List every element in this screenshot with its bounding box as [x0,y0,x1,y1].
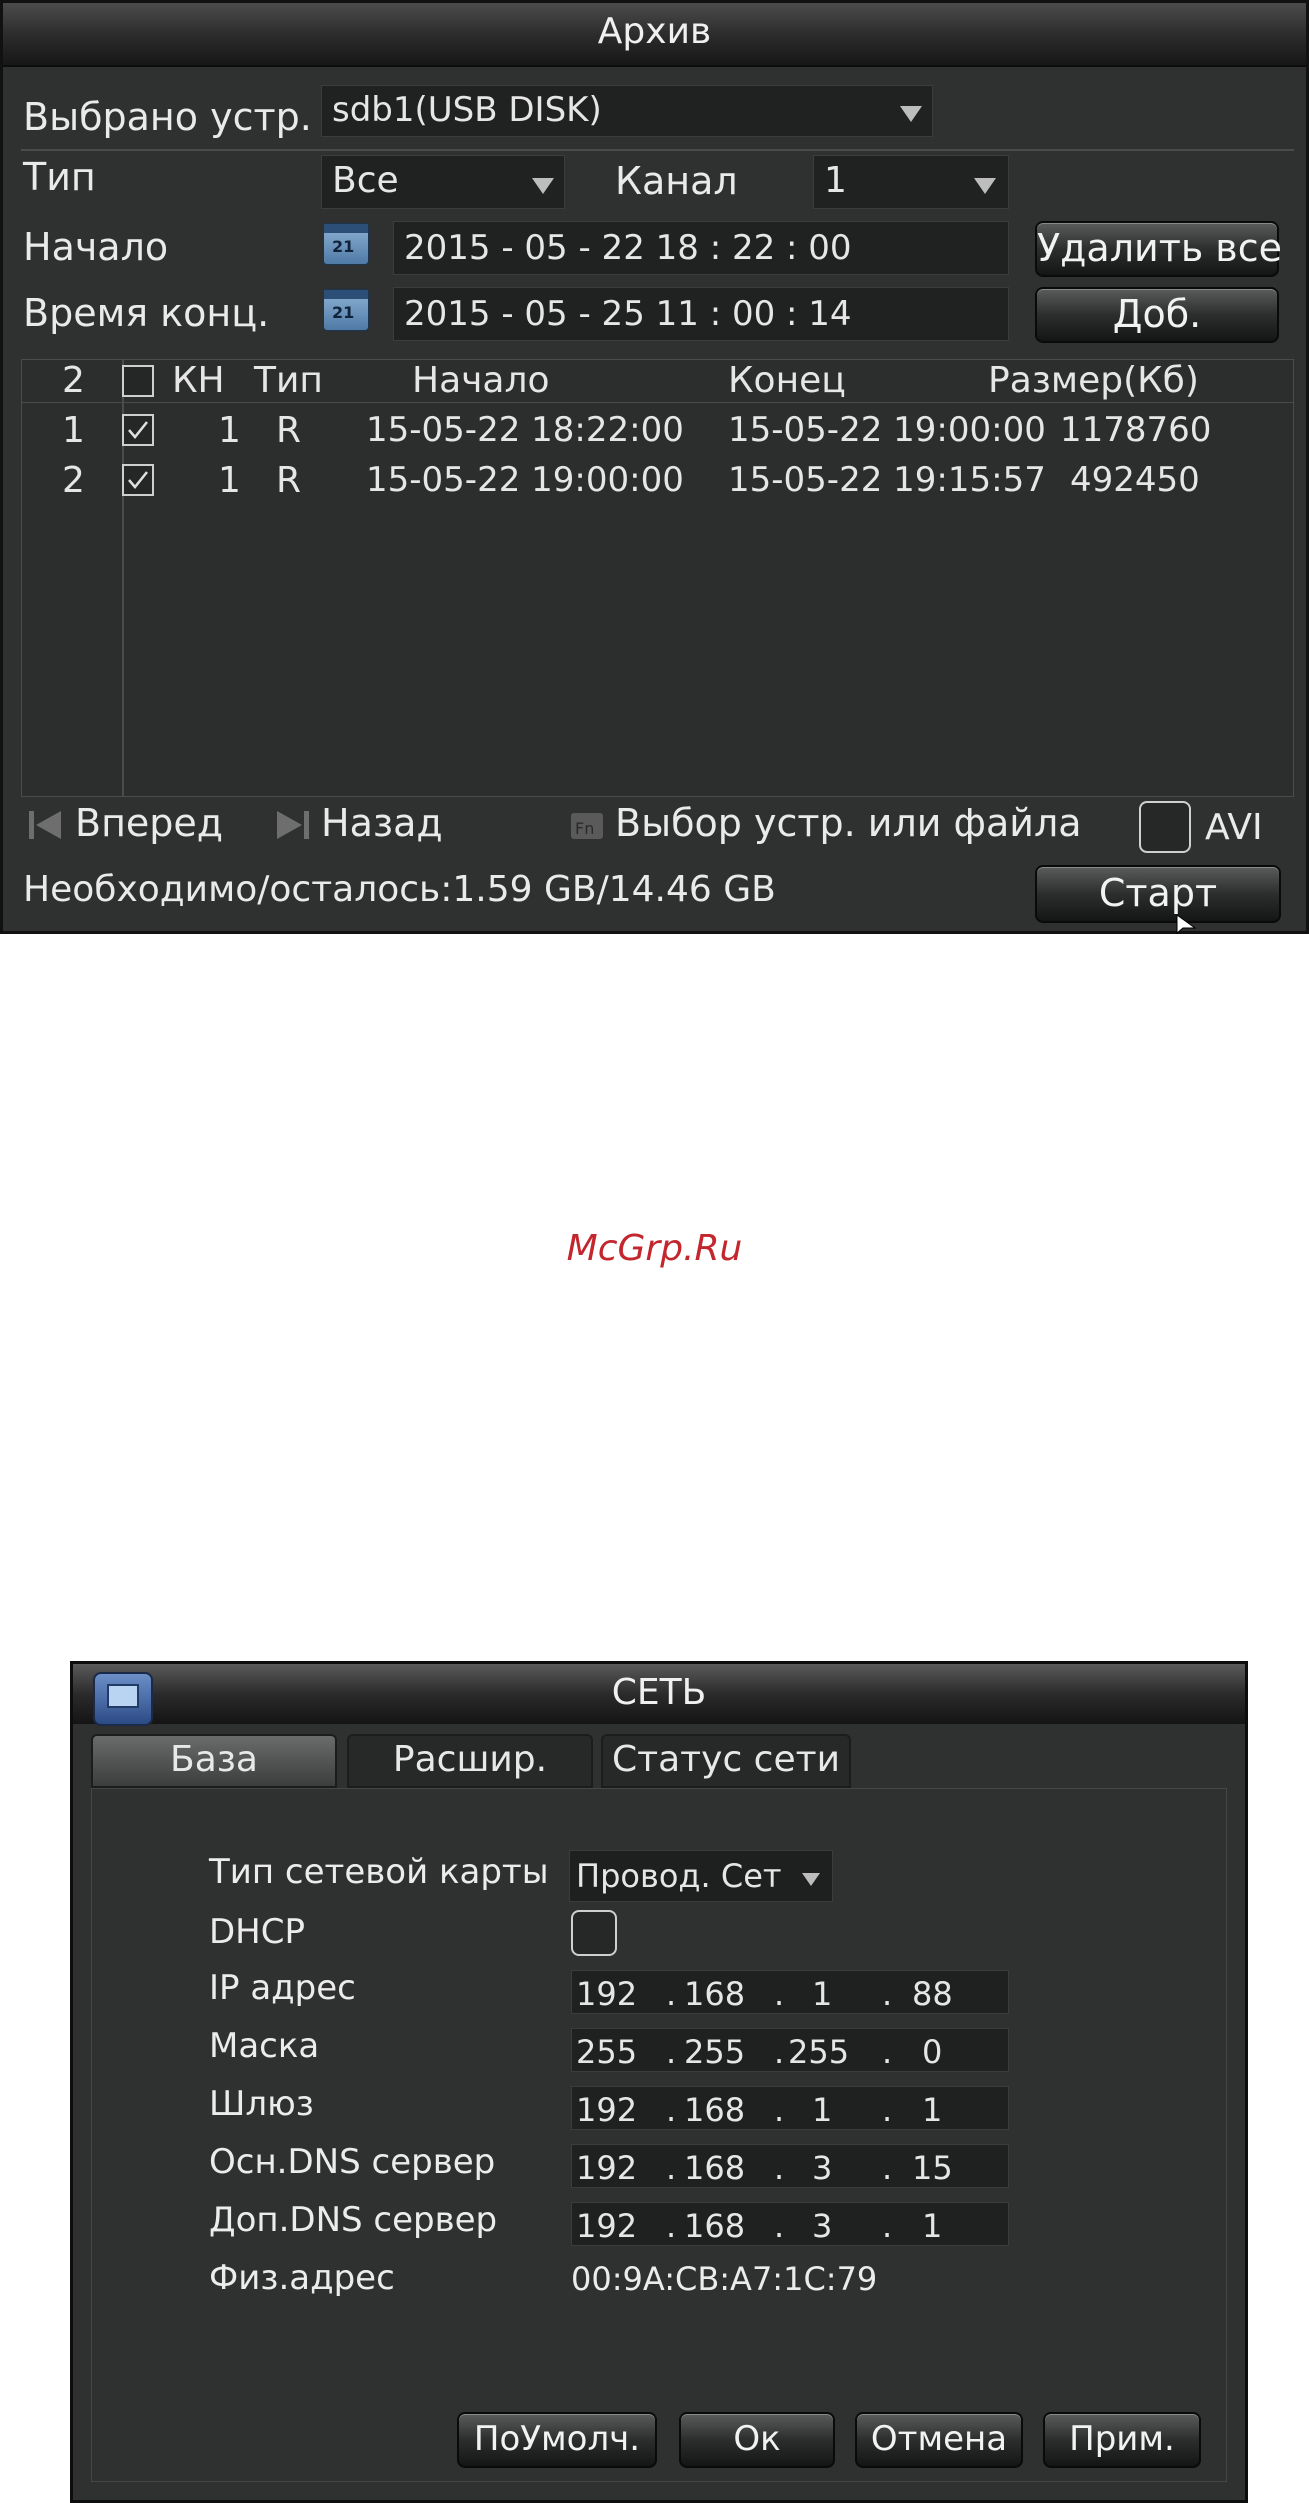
column-header-start: Начало [412,360,550,401]
row-size: 492450 [1070,460,1200,500]
chevron-down-icon [974,178,996,194]
divider [21,149,1294,151]
ok-button[interactable]: Ок [679,2412,835,2468]
row-ch: 1 [218,460,241,501]
dhcp-label: DHCP [209,1912,305,1952]
start-label: Начало [23,225,169,269]
end-time-value: 2015 - 05 - 25 11 : 00 : 14 [404,294,852,334]
row-size: 1178760 [1060,410,1212,450]
mask-label: Маска [209,2026,320,2066]
nic-type-label: Тип сетевой карты [209,1852,549,1892]
row-start: 15-05-22 19:00:00 [366,460,684,500]
apply-button[interactable]: Прим. [1043,2412,1201,2468]
row-end: 15-05-22 19:00:00 [728,410,1046,450]
start-time-value: 2015 - 05 - 22 18 : 22 : 00 [404,228,852,268]
tab-base[interactable]: База [91,1734,337,1788]
channel-select[interactable]: 1 [813,155,1009,209]
row-type: R [276,460,302,501]
default-button[interactable]: ПоУмолч. [457,2412,657,2468]
check-icon [128,421,148,439]
column-header-end: Конец [728,360,846,401]
skip-back-icon[interactable] [27,807,63,843]
row-number: 2 [62,460,85,501]
channel-select-value: 1 [824,160,847,201]
network-titlebar: СЕТЬ [73,1664,1245,1726]
dns1-label: Осн.DNS сервер [209,2142,496,2182]
end-label: Время конц. [23,291,270,335]
select-all-checkbox[interactable] [122,365,154,397]
forward-button[interactable]: Вперед [75,801,223,845]
column-header-ch: КН [172,360,225,401]
cancel-button[interactable]: Отмена [855,2412,1023,2468]
avi-checkbox[interactable] [1139,801,1191,853]
gateway-label: Шлюз [209,2084,314,2124]
back-button[interactable]: Назад [321,801,443,845]
column-header-type: Тип [254,360,323,401]
row-start: 15-05-22 18:22:00 [366,410,684,450]
archive-title: Архив [597,11,712,52]
mac-label: Физ.адрес [209,2258,395,2298]
type-label: Тип [23,155,96,199]
svg-text:Fn: Fn [575,819,594,838]
type-select-value: Все [332,160,399,201]
end-time-input[interactable]: 2015 - 05 - 25 11 : 00 : 14 [393,287,1009,341]
gateway-input[interactable]: 192. 168. 1. 1 [571,2086,1009,2130]
mouse-cursor-icon [1176,915,1197,935]
ip-label: IP адрес [209,1968,356,2008]
calendar-icon[interactable]: 21 [323,223,369,265]
skip-forward-icon[interactable] [275,807,311,843]
channel-label: Канал [615,159,738,203]
dns1-input[interactable]: 192. 168. 3. 15 [571,2144,1009,2188]
column-header-size: Размер(Кб) [988,360,1199,401]
device-label: Выбрано устр. [23,95,312,139]
archive-window: Архив Выбрано устр. sdb1(USB DISK) Тип В… [0,0,1309,935]
row-checkbox[interactable] [122,464,154,496]
row-checkbox[interactable] [122,414,154,446]
tab-advanced[interactable]: Расшир. [347,1734,593,1788]
start-button[interactable]: Старт [1035,865,1281,923]
calendar-icon[interactable]: 21 [323,289,369,331]
watermark-text: McGrp.Ru [566,1228,743,1269]
dns2-label: Доп.DNS сервер [209,2200,498,2240]
dhcp-checkbox[interactable] [571,1910,617,1956]
mask-input[interactable]: 255. 255. 255. 0 [571,2028,1009,2072]
ip-address-input[interactable]: 192. 168. 1. 88 [571,1970,1009,2014]
device-select[interactable]: sdb1(USB DISK) [321,85,933,137]
device-select-value: sdb1(USB DISK) [332,90,602,130]
network-title: СЕТЬ [611,1672,707,1713]
dns2-input[interactable]: 192. 168. 3. 1 [571,2202,1009,2246]
chevron-down-icon [900,106,922,122]
nic-type-value: Провод. Сет [576,1857,782,1895]
file-table: 2 КН Тип Начало Конец Размер(Кб) 1 1 R 1… [21,359,1294,797]
function-key-icon: Fn [571,813,603,839]
nic-type-select[interactable]: Провод. Сет [569,1850,833,1902]
avi-label: AVI [1205,807,1263,848]
delete-all-button[interactable]: Удалить все [1035,221,1282,277]
start-time-input[interactable]: 2015 - 05 - 22 18 : 22 : 00 [393,221,1009,275]
network-window: СЕТЬ База Расшир. Статус сети Тип сетево… [70,1661,1248,2503]
add-button[interactable]: Доб. [1035,287,1279,343]
mac-value: 00:9A:CB:A7:1C:79 [571,2260,878,2298]
tab-network-status[interactable]: Статус сети [601,1734,851,1788]
header-divider [22,402,1293,403]
type-select[interactable]: Все [321,155,565,209]
space-status: Необходимо/осталось:1.59 GB/14.46 GB [23,869,776,910]
chevron-down-icon [532,178,554,194]
row-number: 1 [62,410,85,451]
row-type: R [276,410,302,451]
file-count: 2 [62,360,85,401]
row-end: 15-05-22 19:15:57 [728,460,1046,500]
row-ch: 1 [218,410,241,451]
check-icon [128,471,148,489]
chevron-down-icon [802,1873,820,1886]
select-device-or-file-label: Выбор устр. или файла [615,801,1082,845]
archive-titlebar: Архив [3,3,1306,67]
